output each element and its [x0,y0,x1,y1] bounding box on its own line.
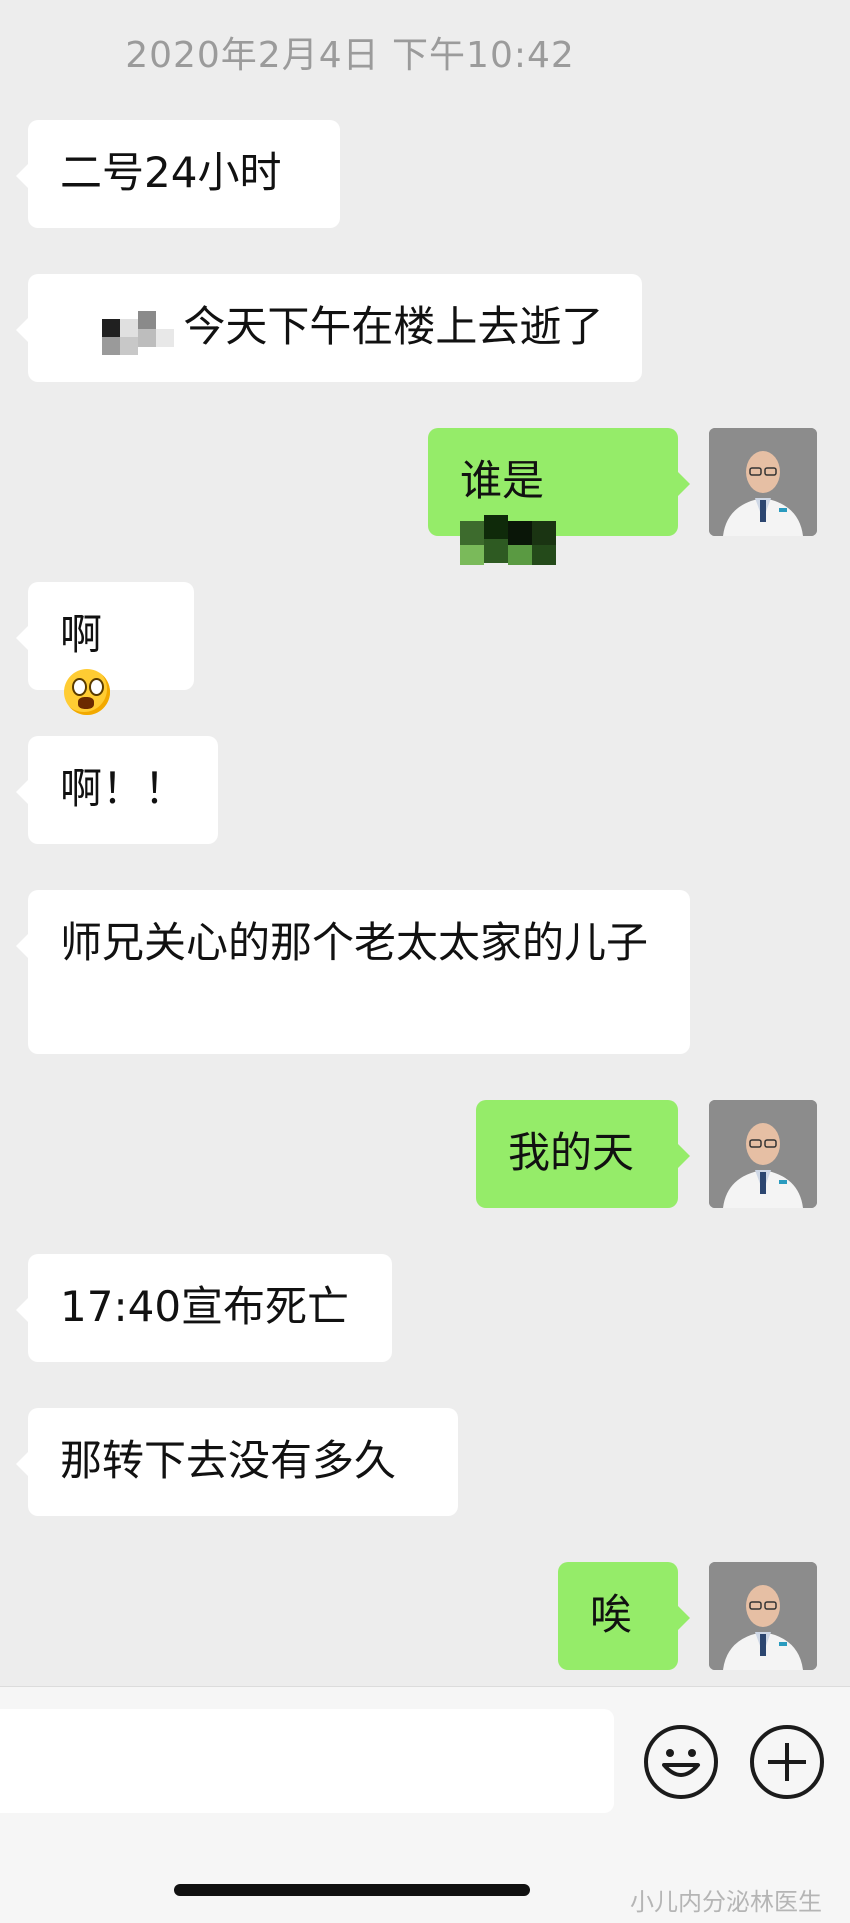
emoji-icon [662,1749,700,1777]
message-text: 啊！！ [60,764,187,813]
message-text: 我的天 [508,1128,635,1177]
watermark-text: 小儿内分泌林医生 [630,1888,822,1916]
message-text: 啊 [60,610,103,659]
pixelated-name-redaction [72,303,174,357]
emoji-button[interactable] [644,1725,718,1799]
shocked-face-emoji-icon [64,668,110,715]
message-text: 那转下去没有多久 [60,1436,397,1485]
message-input[interactable] [0,1709,614,1813]
plus-icon [768,1743,806,1781]
doctor-avatar-icon [709,1100,817,1208]
message-bubble-incoming[interactable]: 啊 [16,582,194,715]
message-text: 谁是 [460,456,545,505]
message-bubble-incoming[interactable]: 二号24小时 [16,120,340,228]
user-avatar[interactable] [709,1562,817,1670]
message-bubble-outgoing[interactable]: 唉 [558,1562,690,1670]
pixelated-name-redaction [460,511,556,565]
home-indicator[interactable] [174,1884,530,1896]
weibo-watermark: 小儿内分泌林医生 [630,1882,822,1917]
message-bubble-incoming[interactable]: 师兄关心的那个老太太家的儿子 [16,890,690,1054]
more-button[interactable] [750,1725,824,1799]
message-text: 二号24小时 [60,148,282,197]
user-avatar[interactable] [709,428,817,536]
message-bubble-incoming[interactable]: 啊！！ [16,736,218,844]
message-bubble-incoming[interactable]: 今天下午在楼上去逝了 [16,274,642,382]
message-text: 今天下午在楼上去逝了 [183,302,604,351]
message-bubble-incoming[interactable]: 那转下去没有多久 [16,1408,458,1516]
doctor-avatar-icon [709,1562,817,1670]
message-text: 17:40宣布死亡 [60,1282,350,1331]
message-bubble-outgoing[interactable]: 谁是 [428,428,690,565]
message-bubble-outgoing[interactable]: 我的天 [476,1100,690,1208]
user-avatar[interactable] [709,1100,817,1208]
message-text: 师兄关心的那个老太太家的儿子 [60,918,649,967]
message-text: 唉 [590,1590,633,1639]
chat-timestamp: 2020年2月4日 下午10:42 [125,35,575,76]
doctor-avatar-icon [709,428,817,536]
message-bubble-incoming[interactable]: 17:40宣布死亡 [16,1254,392,1362]
